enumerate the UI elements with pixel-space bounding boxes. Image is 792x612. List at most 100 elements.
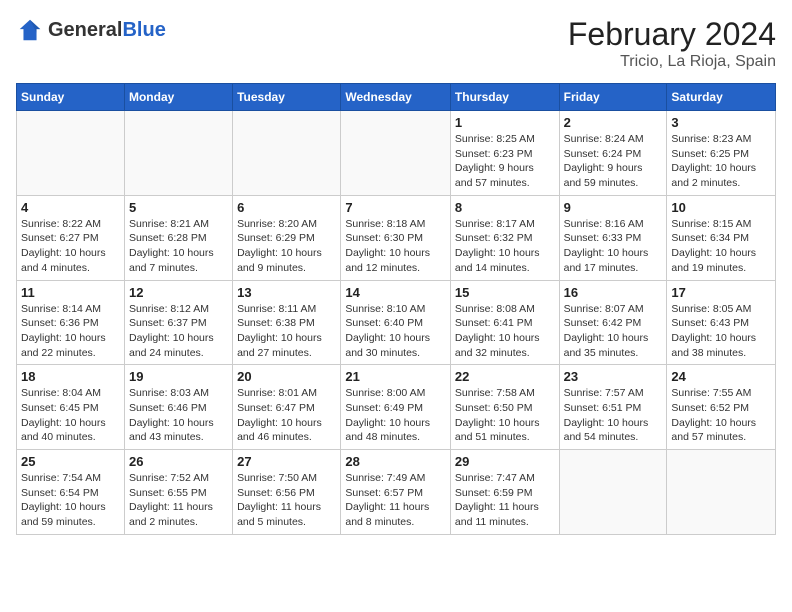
calendar-cell: 25Sunrise: 7:54 AM Sunset: 6:54 PM Dayli…: [17, 450, 125, 535]
calendar-cell: [341, 111, 451, 196]
calendar-cell: [559, 450, 667, 535]
calendar-cell: 13Sunrise: 8:11 AM Sunset: 6:38 PM Dayli…: [233, 280, 341, 365]
logo-blue-text: Blue: [122, 19, 165, 41]
logo-icon: [16, 16, 44, 44]
day-info: Sunrise: 8:24 AM Sunset: 6:24 PM Dayligh…: [564, 132, 663, 191]
day-number: 14: [345, 285, 446, 300]
day-number: 11: [21, 285, 120, 300]
day-number: 29: [455, 454, 555, 469]
calendar-week-row: 1 Sunrise: 8:25 AM Sunset: 6:23 PM Daylig…: [17, 111, 776, 196]
day-number: 24: [671, 369, 771, 384]
weekday-header: Monday: [124, 84, 232, 111]
title-block: February 2024 Tricio, La Rioja, Spain: [568, 16, 776, 71]
calendar-cell: 17Sunrise: 8:05 AM Sunset: 6:43 PM Dayli…: [667, 280, 776, 365]
weekday-header: Thursday: [450, 84, 559, 111]
day-info: Sunrise: 7:50 AM Sunset: 6:56 PM Dayligh…: [237, 471, 336, 530]
calendar-cell: 19 Sunrise: 8:03 AM Sunset: 6:46 PM Dayli…: [124, 365, 232, 450]
day-number: 7: [345, 200, 446, 215]
day-number: 26: [129, 454, 228, 469]
day-info: Sunrise: 8:08 AM Sunset: 6:41 PM Dayligh…: [455, 302, 555, 361]
day-number: 17: [671, 285, 771, 300]
calendar-cell: 8 Sunrise: 8:17 AM Sunset: 6:32 PM Daylig…: [450, 195, 559, 280]
day-number: 15: [455, 285, 555, 300]
day-number: 6: [237, 200, 336, 215]
day-info: Sunrise: 7:58 AM Sunset: 6:50 PM Dayligh…: [455, 386, 555, 445]
calendar-cell: 10Sunrise: 8:15 AM Sunset: 6:34 PM Dayli…: [667, 195, 776, 280]
weekday-header: Sunday: [17, 84, 125, 111]
calendar-cell: 1 Sunrise: 8:25 AM Sunset: 6:23 PM Daylig…: [450, 111, 559, 196]
calendar-cell: 15 Sunrise: 8:08 AM Sunset: 6:41 PM Dayli…: [450, 280, 559, 365]
weekday-header: Tuesday: [233, 84, 341, 111]
day-info: Sunrise: 8:25 AM Sunset: 6:23 PM Dayligh…: [455, 132, 555, 191]
calendar-cell: 3 Sunrise: 8:23 AM Sunset: 6:25 PM Daylig…: [667, 111, 776, 196]
day-info: Sunrise: 8:00 AM Sunset: 6:49 PM Dayligh…: [345, 386, 446, 445]
day-number: 4: [21, 200, 120, 215]
calendar-cell: 27Sunrise: 7:50 AM Sunset: 6:56 PM Dayli…: [233, 450, 341, 535]
calendar-cell: 29 Sunrise: 7:47 AM Sunset: 6:59 PM Dayli…: [450, 450, 559, 535]
calendar-cell: 7 Sunrise: 8:18 AM Sunset: 6:30 PM Daylig…: [341, 195, 451, 280]
day-number: 23: [564, 369, 663, 384]
day-info: Sunrise: 8:20 AM Sunset: 6:29 PM Dayligh…: [237, 217, 336, 276]
weekday-header: Friday: [559, 84, 667, 111]
day-number: 8: [455, 200, 555, 215]
calendar-cell: 22Sunrise: 7:58 AM Sunset: 6:50 PM Dayli…: [450, 365, 559, 450]
day-info: Sunrise: 8:16 AM Sunset: 6:33 PM Dayligh…: [564, 217, 663, 276]
day-info: Sunrise: 8:18 AM Sunset: 6:30 PM Dayligh…: [345, 217, 446, 276]
day-info: Sunrise: 8:21 AM Sunset: 6:28 PM Dayligh…: [129, 217, 228, 276]
calendar-cell: 9 Sunrise: 8:16 AM Sunset: 6:33 PM Daylig…: [559, 195, 667, 280]
calendar-cell: [667, 450, 776, 535]
calendar-cell: 11 Sunrise: 8:14 AM Sunset: 6:36 PM Dayli…: [17, 280, 125, 365]
day-info: Sunrise: 8:11 AM Sunset: 6:38 PM Dayligh…: [237, 302, 336, 361]
day-info: Sunrise: 8:22 AM Sunset: 6:27 PM Dayligh…: [21, 217, 120, 276]
logo-general-text: General: [48, 19, 122, 41]
calendar-cell: 12Sunrise: 8:12 AM Sunset: 6:37 PM Dayli…: [124, 280, 232, 365]
day-number: 1: [455, 115, 555, 130]
day-number: 19: [129, 369, 228, 384]
day-number: 21: [345, 369, 446, 384]
calendar-title: February 2024: [568, 16, 776, 53]
weekday-header: Saturday: [667, 84, 776, 111]
logo: GeneralBlue: [16, 16, 166, 44]
calendar-week-row: 25Sunrise: 7:54 AM Sunset: 6:54 PM Dayli…: [17, 450, 776, 535]
day-number: 20: [237, 369, 336, 384]
day-info: Sunrise: 8:04 AM Sunset: 6:45 PM Dayligh…: [21, 386, 120, 445]
day-number: 18: [21, 369, 120, 384]
day-number: 28: [345, 454, 446, 469]
calendar-cell: 4 Sunrise: 8:22 AM Sunset: 6:27 PM Daylig…: [17, 195, 125, 280]
calendar-cell: 14 Sunrise: 8:10 AM Sunset: 6:40 PM Dayli…: [341, 280, 451, 365]
weekday-header: Wednesday: [341, 84, 451, 111]
day-info: Sunrise: 7:54 AM Sunset: 6:54 PM Dayligh…: [21, 471, 120, 530]
calendar-subtitle: Tricio, La Rioja, Spain: [568, 53, 776, 71]
day-info: Sunrise: 8:01 AM Sunset: 6:47 PM Dayligh…: [237, 386, 336, 445]
calendar-table: SundayMondayTuesdayWednesdayThursdayFrid…: [16, 83, 776, 535]
calendar-cell: 26 Sunrise: 7:52 AM Sunset: 6:55 PM Dayli…: [124, 450, 232, 535]
calendar-cell: 2 Sunrise: 8:24 AM Sunset: 6:24 PM Daylig…: [559, 111, 667, 196]
day-info: Sunrise: 8:14 AM Sunset: 6:36 PM Dayligh…: [21, 302, 120, 361]
day-number: 16: [564, 285, 663, 300]
calendar-cell: 28 Sunrise: 7:49 AM Sunset: 6:57 PM Dayli…: [341, 450, 451, 535]
calendar-cell: 16Sunrise: 8:07 AM Sunset: 6:42 PM Dayli…: [559, 280, 667, 365]
calendar-cell: [17, 111, 125, 196]
calendar-header-row: SundayMondayTuesdayWednesdayThursdayFrid…: [17, 84, 776, 111]
day-info: Sunrise: 8:17 AM Sunset: 6:32 PM Dayligh…: [455, 217, 555, 276]
calendar-cell: 18 Sunrise: 8:04 AM Sunset: 6:45 PM Dayli…: [17, 365, 125, 450]
calendar-week-row: 18 Sunrise: 8:04 AM Sunset: 6:45 PM Dayli…: [17, 365, 776, 450]
day-info: Sunrise: 7:52 AM Sunset: 6:55 PM Dayligh…: [129, 471, 228, 530]
day-number: 9: [564, 200, 663, 215]
day-number: 2: [564, 115, 663, 130]
page-header: GeneralBlue February 2024 Tricio, La Rio…: [16, 16, 776, 71]
day-info: Sunrise: 8:23 AM Sunset: 6:25 PM Dayligh…: [671, 132, 771, 191]
day-info: Sunrise: 8:10 AM Sunset: 6:40 PM Dayligh…: [345, 302, 446, 361]
day-info: Sunrise: 8:03 AM Sunset: 6:46 PM Dayligh…: [129, 386, 228, 445]
calendar-cell: 20 Sunrise: 8:01 AM Sunset: 6:47 PM Dayli…: [233, 365, 341, 450]
day-number: 3: [671, 115, 771, 130]
calendar-cell: 6 Sunrise: 8:20 AM Sunset: 6:29 PM Daylig…: [233, 195, 341, 280]
day-info: Sunrise: 7:57 AM Sunset: 6:51 PM Dayligh…: [564, 386, 663, 445]
calendar-cell: 5 Sunrise: 8:21 AM Sunset: 6:28 PM Daylig…: [124, 195, 232, 280]
calendar-cell: [233, 111, 341, 196]
calendar-cell: [124, 111, 232, 196]
day-info: Sunrise: 8:12 AM Sunset: 6:37 PM Dayligh…: [129, 302, 228, 361]
day-number: 5: [129, 200, 228, 215]
day-info: Sunrise: 7:49 AM Sunset: 6:57 PM Dayligh…: [345, 471, 446, 530]
day-info: Sunrise: 7:47 AM Sunset: 6:59 PM Dayligh…: [455, 471, 555, 530]
